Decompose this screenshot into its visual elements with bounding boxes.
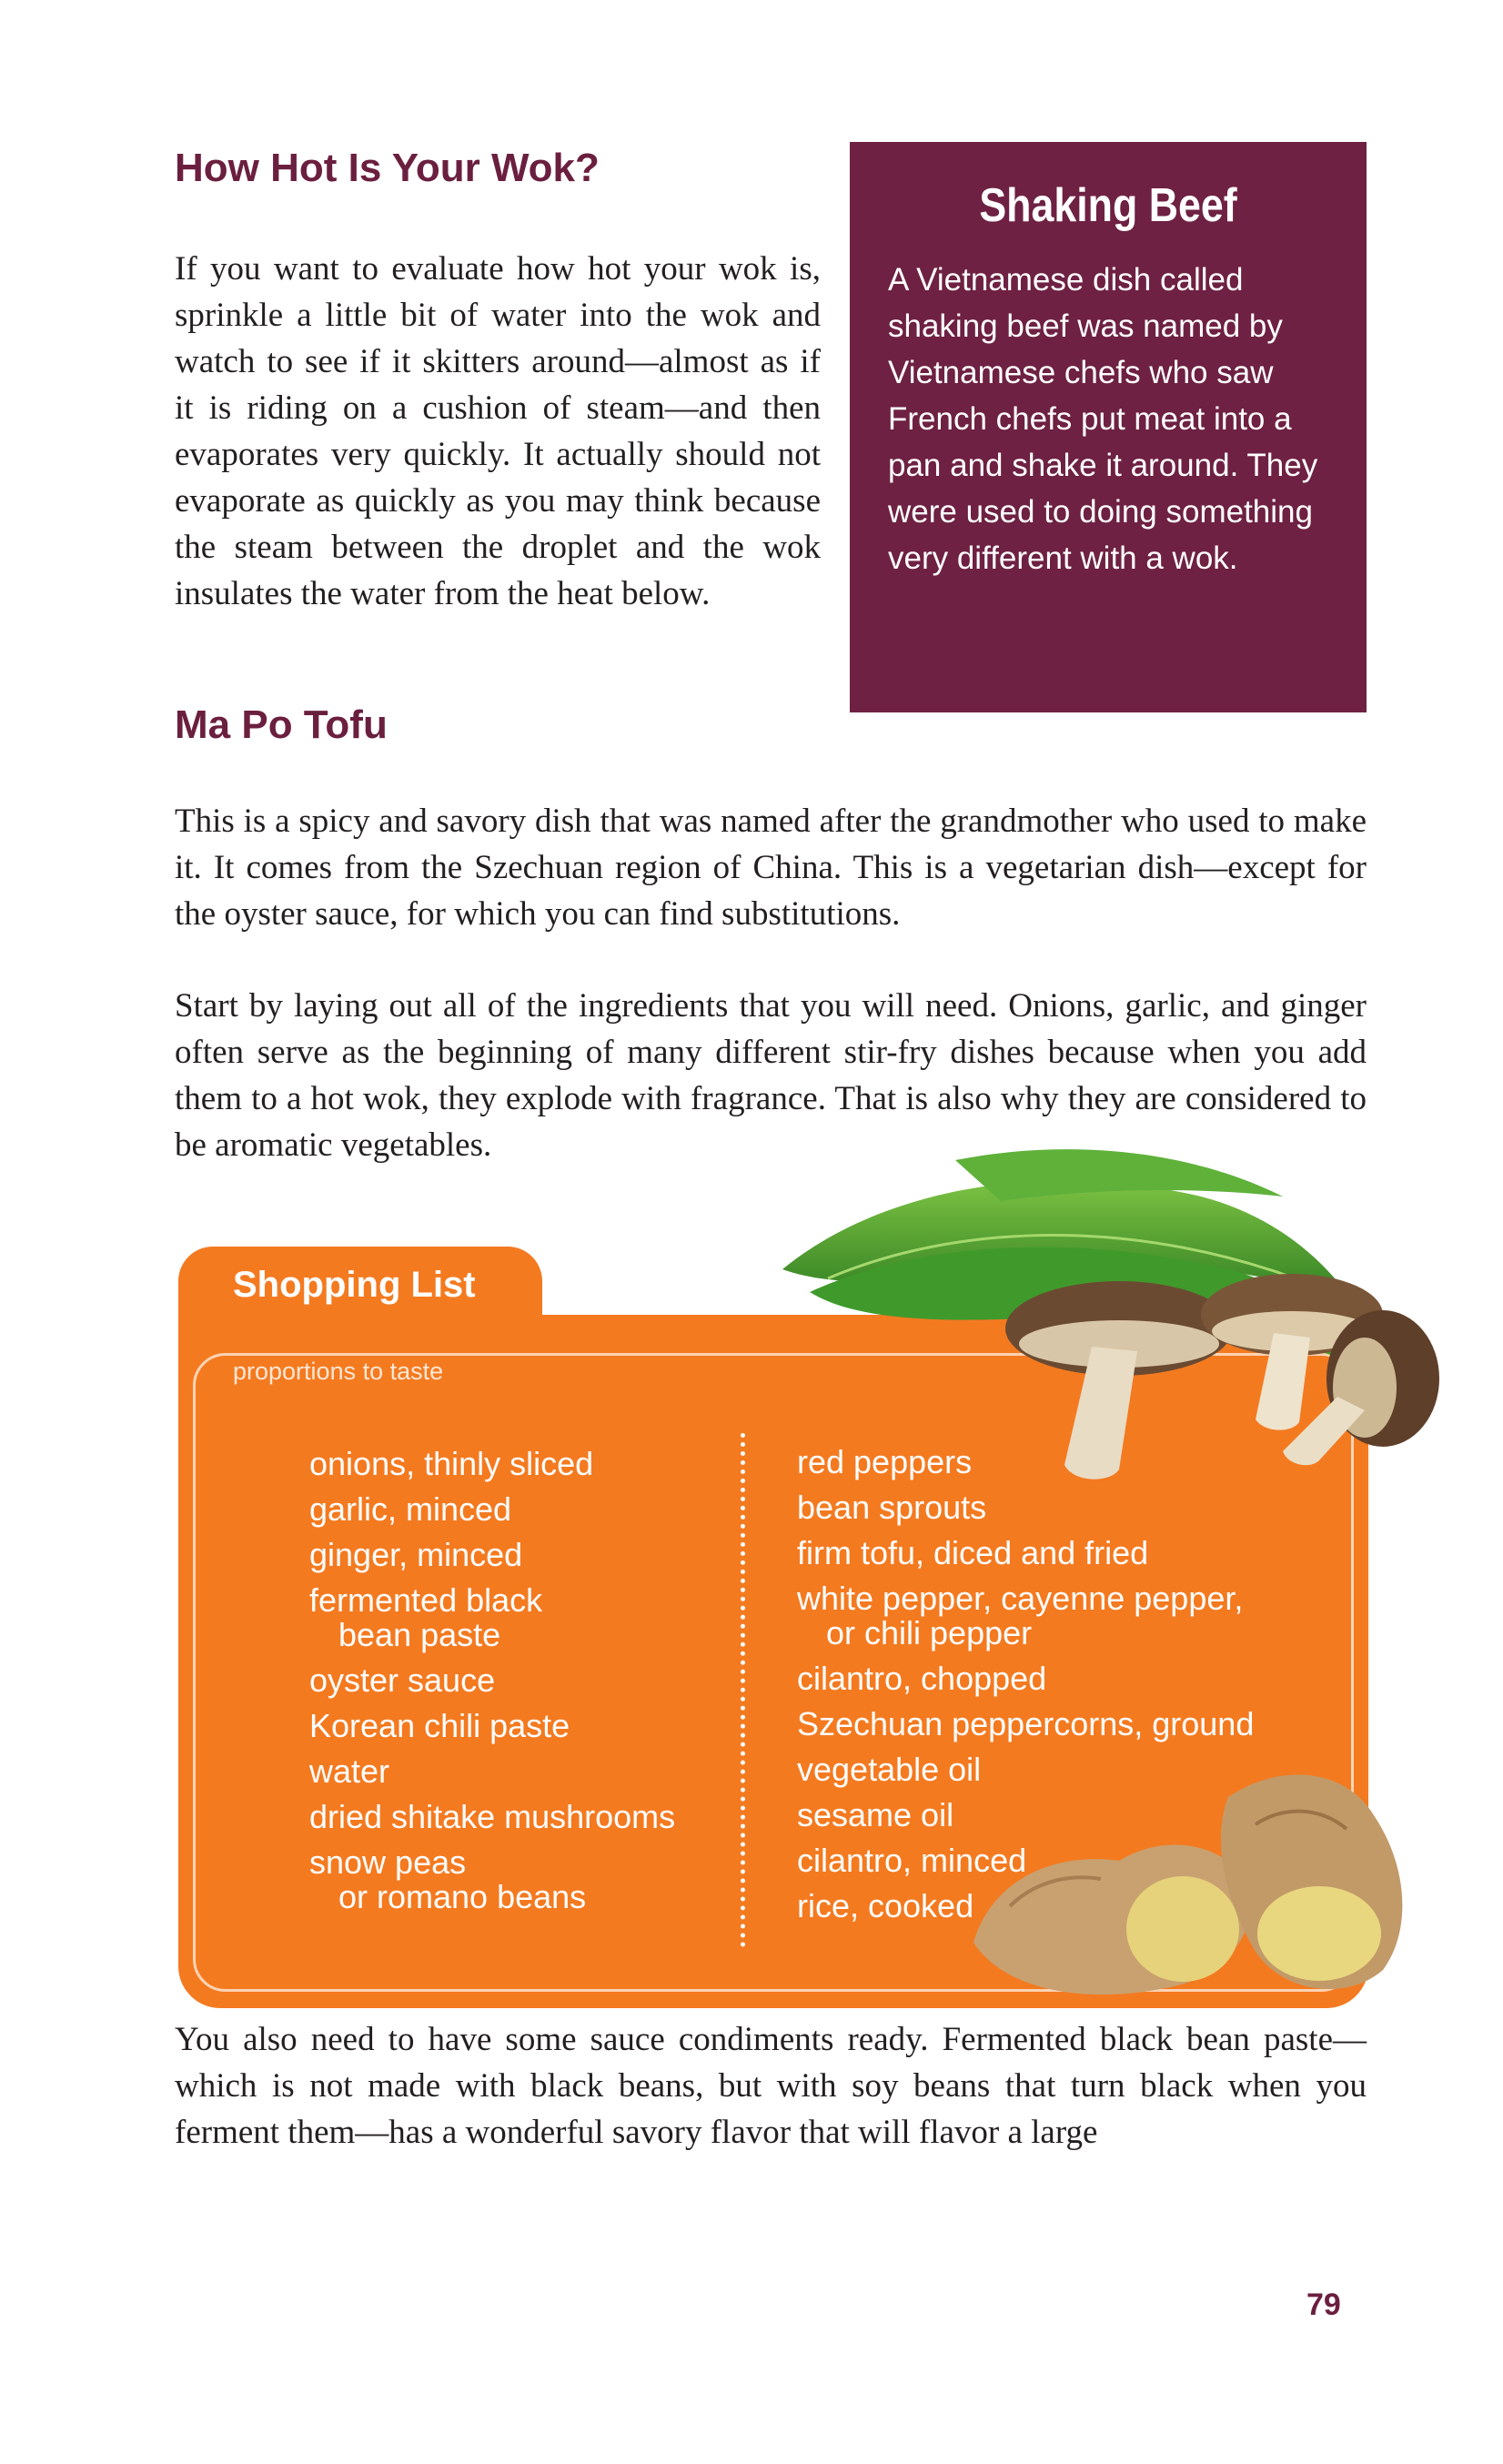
item-text: cilantro, chopped: [797, 1660, 1047, 1697]
paragraph-condiments: You also need to have some sauce condime…: [175, 2021, 1367, 2151]
shopping-list-item: cilantro, chopped: [797, 1661, 1254, 1696]
shopping-list-note: proportions to taste: [233, 1358, 444, 1385]
item-text: white pepper, cayenne pepper,: [797, 1580, 1244, 1617]
shopping-list-item: Korean chili paste: [309, 1709, 675, 1743]
heading-how-hot: How Hot Is Your Wok?: [175, 146, 600, 190]
shopping-list-item: ginger, minced: [309, 1538, 675, 1572]
heading-ma-po-tofu: Ma Po Tofu: [175, 702, 388, 747]
ginger-root-image: [973, 1774, 1403, 1995]
item-text: red peppers: [797, 1443, 973, 1480]
sidebar-body: A Vietnamese dish called shaking beef wa…: [888, 262, 1318, 576]
shopping-list-item: white pepper, cayenne pepper, or chili pe…: [797, 1581, 1254, 1651]
shopping-list-item: dried shitake mushrooms: [309, 1800, 675, 1834]
item-text: fermented black: [309, 1581, 543, 1619]
paragraph-wok-heat: If you want to evaluate how hot your wok…: [175, 250, 821, 612]
shopping-list-item: firm tofu, diced and fried: [797, 1536, 1254, 1570]
page-number: 79: [1306, 2287, 1341, 2322]
mushrooms-image: [1005, 1274, 1439, 1479]
item-text: onions, thinly sliced: [309, 1445, 594, 1482]
item-text: rice, cooked: [797, 1887, 974, 1924]
item-text: garlic, minced: [309, 1490, 512, 1528]
item-text: vegetable oil: [797, 1751, 982, 1788]
sidebar-shaking-beef: Shaking Beef A Vietnamese dish called sh…: [850, 142, 1367, 712]
shopping-list-title: Shopping List: [233, 1265, 476, 1305]
shopping-list-item: Szechuan peppercorns, ground: [797, 1707, 1254, 1742]
item-text: snow peas: [309, 1843, 467, 1881]
item-text-continued: or romano beans: [338, 1878, 587, 1915]
item-text: firm tofu, diced and fried: [797, 1534, 1149, 1571]
sidebar-title: Shaking Beef: [979, 179, 1237, 232]
shopping-list-item: oyster sauce: [309, 1663, 675, 1698]
shopping-list-item: snow peas or romano beans: [309, 1845, 675, 1914]
item-text: ginger, minced: [309, 1536, 523, 1573]
item-text: oyster sauce: [309, 1661, 496, 1699]
shopping-list-item: water: [309, 1754, 675, 1789]
shopping-list-item: fermented black bean paste: [309, 1583, 675, 1652]
item-text: sesame oil: [797, 1796, 954, 1833]
item-text-continued: or chili pepper: [826, 1614, 1033, 1651]
item-text: dried shitake mushrooms: [309, 1798, 676, 1835]
item-text: bean sprouts: [797, 1489, 987, 1526]
column-divider: [741, 1433, 745, 1947]
item-text: Korean chili paste: [309, 1707, 570, 1744]
paragraph-intro: This is a spicy and savory dish that was…: [175, 803, 1367, 933]
item-text: Szechuan peppercorns, ground: [797, 1705, 1255, 1742]
item-text-continued: bean paste: [338, 1616, 501, 1653]
shopping-list-left-column: onions, thinly sliced garlic, minced ginge…: [309, 1447, 675, 1925]
item-text: water: [309, 1752, 390, 1790]
shopping-list-item: garlic, minced: [309, 1492, 675, 1527]
shopping-list-item: onions, thinly sliced: [309, 1447, 675, 1481]
